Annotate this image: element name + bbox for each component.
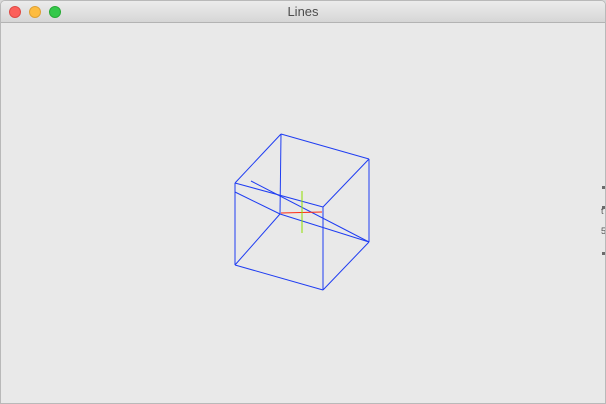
background-window-text-secondary: 5 — [601, 226, 606, 236]
background-window-edge-top — [602, 186, 605, 189]
window-title: Lines — [287, 4, 319, 19]
cube-inner-line — [250, 180, 370, 243]
cube-edge — [322, 241, 370, 291]
cube-edge — [279, 213, 370, 243]
cube-edge — [280, 133, 370, 160]
cube-inner-line — [234, 191, 281, 215]
cube-edge — [234, 213, 281, 266]
cube-wireframe-svg — [234, 133, 370, 291]
window-titlebar[interactable]: Lines — [1, 1, 605, 23]
cube-edge — [234, 264, 324, 291]
cube-edge — [279, 133, 282, 215]
background-window-text: t — [601, 206, 604, 216]
main-window: Lines t 5 — [0, 0, 606, 404]
cube-edge — [322, 158, 370, 208]
cube-edge — [234, 133, 282, 184]
3d-lines-canvas[interactable]: t 5 — [1, 23, 605, 403]
background-window-edge-bottom — [602, 252, 605, 255]
